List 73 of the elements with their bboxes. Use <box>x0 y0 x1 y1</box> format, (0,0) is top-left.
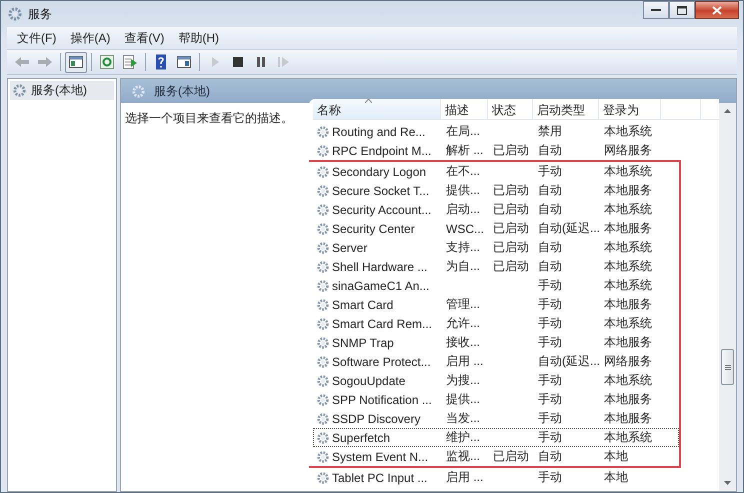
gear-icon <box>316 450 330 464</box>
service-row[interactable]: Server 支持... 已启动 自动 本地系统 <box>313 238 679 257</box>
export-icon[interactable] <box>122 54 138 70</box>
window-icon[interactable] <box>176 54 192 70</box>
service-row[interactable]: SPP Notification ... 提供... 手动 本地服务 <box>313 390 679 409</box>
scroll-up-icon <box>724 109 731 113</box>
service-row[interactable]: Security Center WSC... 已启动 自动(延迟... 本地服务 <box>313 219 679 238</box>
close-button[interactable] <box>695 1 739 19</box>
service-row[interactable]: System Event N... 监视... 已启动 自动 本地 <box>313 447 679 466</box>
gear-icon <box>316 298 330 312</box>
gear-icon <box>316 336 330 350</box>
service-row[interactable]: Software Protect... 启用 ... 自动(延迟... 网络服务 <box>313 352 679 371</box>
gear-icon <box>316 316 330 330</box>
gear-icon <box>316 222 330 236</box>
service-row[interactable]: Secondary Logon 在不... 手动 本地系统 <box>313 162 679 181</box>
service-row[interactable]: RPC Endpoint M... 解析 ... 已启动 自动 网络服务 <box>313 141 679 160</box>
scrollbar[interactable] <box>719 103 736 491</box>
service-row[interactable]: SSDP Discovery 当发... 手动 本地服务 <box>313 409 679 428</box>
gear-icon <box>7 6 23 22</box>
stop-icon[interactable] <box>230 54 246 70</box>
maximize-button[interactable] <box>669 1 695 19</box>
gear-icon <box>316 430 330 444</box>
gear-icon <box>12 83 27 98</box>
minimize-button[interactable] <box>643 1 669 19</box>
gear-icon <box>316 164 330 178</box>
column-header[interactable]: 启动类型 <box>533 99 599 119</box>
gear-icon <box>316 278 330 292</box>
gear-icon <box>131 84 146 98</box>
gear-icon <box>316 260 330 274</box>
help-icon[interactable] <box>153 54 169 70</box>
service-row[interactable]: Tablet PC Input ... 启用 ... 手动 本地 <box>313 468 679 487</box>
menu-item[interactable]: 操作(A) <box>64 28 116 48</box>
column-header[interactable]: 状态 <box>488 99 533 119</box>
window-title: 服务 <box>28 6 52 22</box>
menu-item[interactable]: 查看(V) <box>118 28 170 48</box>
column-header[interactable]: 描述 <box>441 99 488 119</box>
column-header[interactable]: 登录为 <box>599 99 661 119</box>
service-row[interactable]: Superfetch 维护... 手动 本地系统 <box>313 428 679 447</box>
scroll-thumb[interactable] <box>721 349 734 385</box>
minimize-icon <box>651 8 661 12</box>
close-icon <box>712 6 722 14</box>
service-row[interactable]: Smart Card 管理... 手动 本地服务 <box>313 295 679 314</box>
service-row[interactable]: SNMP Trap 接收... 手动 本地服务 <box>313 333 679 352</box>
pane-toggle-button[interactable] <box>65 52 87 72</box>
gear-icon <box>316 392 330 406</box>
description-text: 选择一个项目来查看它的描述。 <box>125 111 293 125</box>
window-pane-icon <box>68 54 84 70</box>
menu-item[interactable]: 帮助(H) <box>172 28 225 48</box>
service-row[interactable]: Routing and Re... 在局... 禁用 本地系统 <box>313 122 679 141</box>
service-row[interactable]: Shell Hardware ... 为自... 已启动 自动 本地系统 <box>313 257 679 276</box>
grip-icon <box>724 364 730 370</box>
gear-icon <box>316 124 330 138</box>
gear-icon <box>316 240 330 254</box>
gear-icon <box>316 354 330 368</box>
refresh-icon[interactable] <box>99 54 115 70</box>
gear-icon <box>316 374 330 388</box>
menu-item[interactable]: 文件(F) <box>11 28 62 48</box>
service-row[interactable]: Secure Socket T... 提供... 已启动 自动 本地服务 <box>313 181 679 200</box>
gear-icon <box>316 184 330 198</box>
pane-title: 服务(本地) <box>154 82 210 100</box>
service-row[interactable]: Security Account... 启动... 已启动 自动 本地系统 <box>313 200 679 219</box>
gear-icon <box>316 202 330 216</box>
service-row[interactable]: sinaGameC1 An... 手动 本地系统 <box>313 276 679 295</box>
gear-icon <box>316 412 330 426</box>
sort-caret-icon <box>365 99 372 103</box>
service-row[interactable]: Smart Card Rem... 允许... 手动 本地系统 <box>313 314 679 333</box>
tree-item[interactable]: 服务(本地) <box>10 81 114 100</box>
gear-icon <box>316 470 330 484</box>
scroll-down-icon <box>724 481 731 485</box>
service-row[interactable]: SogouUpdate 为搜... 手动 本地系统 <box>313 371 679 390</box>
gear-icon <box>316 144 330 158</box>
column-header[interactable]: 名称 <box>313 99 441 119</box>
maximize-icon <box>677 6 687 14</box>
